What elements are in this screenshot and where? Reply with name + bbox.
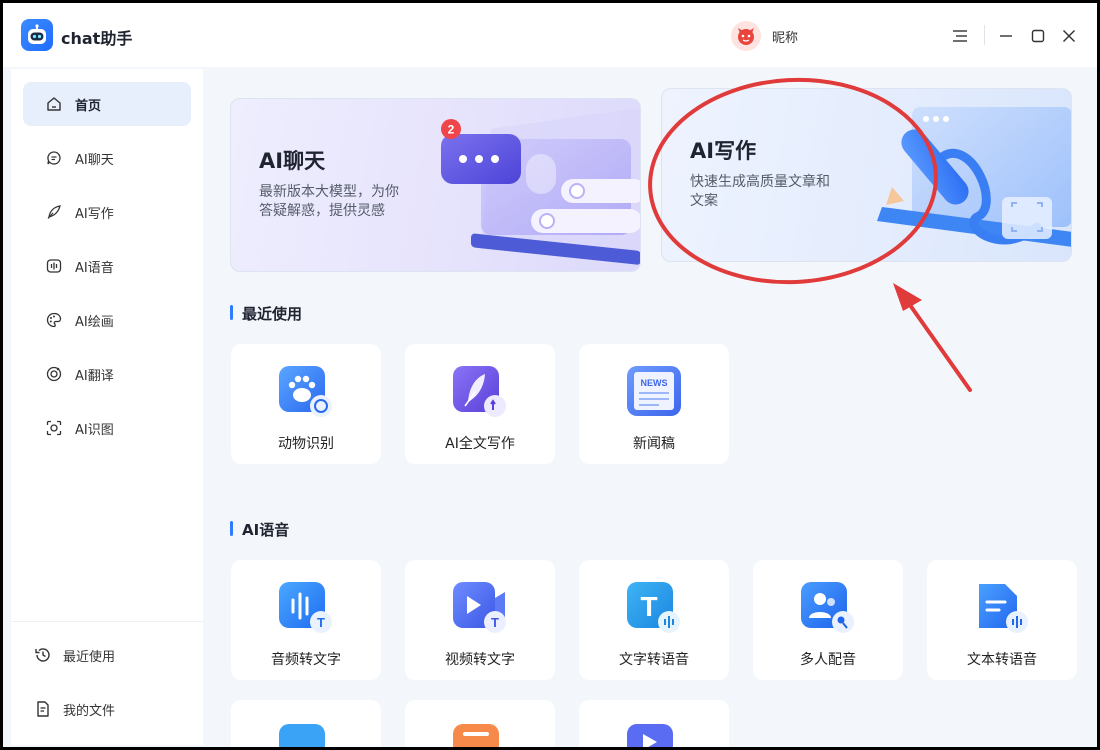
sidebar-item-label: AI聊天: [75, 152, 114, 168]
audio-to-text-icon: T: [279, 582, 332, 633]
translate-icon: [45, 365, 63, 383]
sidebar-bottom-label: 最近使用: [63, 649, 116, 665]
sidebar-item-ai-translate[interactable]: AI翻译: [23, 352, 191, 396]
sidebar-item-label: AI绘画: [75, 314, 114, 330]
card-label: 视频转文字: [445, 652, 515, 668]
text-to-speech-icon: T: [627, 582, 680, 633]
multi-voice-icon: [801, 582, 854, 633]
history-icon: [33, 645, 53, 665]
banner-desc-line1: 最新版本大模型，为你: [259, 184, 399, 200]
minimize-icon: [1000, 35, 1012, 37]
card-video-to-text[interactable]: T 视频转文字: [405, 560, 555, 680]
card-label: 文字转语音: [619, 652, 689, 668]
card-document-to-speech[interactable]: 文本转语音: [927, 560, 1077, 680]
writing-illustration: [877, 107, 1071, 247]
video-to-text-icon: T: [453, 582, 506, 633]
paw-scan-icon: [279, 366, 332, 417]
banner-title: AI写作: [690, 139, 757, 163]
section-title-ai-voice: AI语音: [230, 519, 289, 540]
sidebar-item-home[interactable]: 首页: [23, 82, 191, 126]
avatar[interactable]: [731, 21, 761, 51]
chat-illustration: 2: [441, 109, 640, 265]
sidebar-item-ai-chat[interactable]: AI聊天: [23, 136, 191, 180]
app-window: chat助手 昵称 首页 AI聊天 AI写作 AI语音 AI绘画 AI翻译 AI…: [3, 3, 1097, 747]
card-press-release[interactable]: NEWS 新闻稿: [579, 344, 729, 464]
card-label: 音频转文字: [271, 652, 341, 668]
svg-text:T: T: [317, 615, 325, 630]
sidebar-bottom-label: 我的文件: [63, 703, 116, 719]
sidebar-recent-used[interactable]: 最近使用: [33, 640, 115, 670]
document-to-speech-icon: [979, 584, 1028, 633]
sidebar: 首页 AI聊天 AI写作 AI语音 AI绘画 AI翻译 AI识图 最近使用 我的…: [11, 69, 203, 745]
title-bar: chat助手 昵称: [3, 3, 1097, 67]
menu-button[interactable]: [951, 27, 969, 45]
maximize-icon: [1031, 29, 1045, 43]
svg-text:T: T: [640, 591, 657, 622]
card-partial-1[interactable]: [231, 700, 381, 747]
file-icon: [33, 699, 53, 719]
feather-write-icon: [453, 366, 506, 417]
banner-desc-line2: 答疑解惑，提供灵感: [259, 203, 385, 219]
ai-chat-banner[interactable]: AI聊天 最新版本大模型，为你 答疑解惑，提供灵感 2: [230, 98, 641, 272]
app-title: chat助手: [61, 29, 133, 48]
ai-writing-banner[interactable]: AI写作 快速生成高质量文章和 文案: [661, 88, 1072, 262]
sidebar-divider: [11, 621, 203, 622]
card-animal-recognition[interactable]: 动物识别: [231, 344, 381, 464]
audio-wave-icon: [45, 257, 63, 275]
card-multi-voice-dubbing[interactable]: 多人配音: [753, 560, 903, 680]
banner-desc-line1: 快速生成高质量文章和: [690, 174, 830, 190]
sidebar-item-ai-painting[interactable]: AI绘画: [23, 298, 191, 342]
svg-text:T: T: [491, 615, 499, 630]
video-icon: [627, 724, 673, 747]
home-icon: [45, 95, 63, 113]
news-icon: NEWS: [627, 366, 681, 416]
image-icon: [279, 724, 325, 747]
robot-logo-icon: [21, 19, 53, 51]
svg-text:NEWS: NEWS: [641, 378, 668, 388]
card-label: 多人配音: [800, 652, 856, 668]
sidebar-item-label: AI识图: [75, 422, 114, 438]
card-text-to-speech[interactable]: T 文字转语音: [579, 560, 729, 680]
sidebar-my-files[interactable]: 我的文件: [33, 694, 115, 724]
menu-icon: [953, 30, 967, 42]
card-partial-2[interactable]: [405, 700, 555, 747]
slides-icon: [453, 724, 499, 747]
sidebar-item-ai-image-recognition[interactable]: AI识图: [23, 406, 191, 450]
sidebar-item-label: 首页: [75, 98, 102, 114]
sidebar-item-label: AI写作: [75, 206, 114, 222]
banner-desc-line2: 文案: [690, 193, 718, 209]
sidebar-item-ai-voice[interactable]: AI语音: [23, 244, 191, 288]
close-button[interactable]: [1060, 27, 1078, 45]
banner-title: AI聊天: [259, 149, 326, 173]
card-label: 新闻稿: [633, 436, 675, 452]
palette-icon: [45, 311, 63, 329]
card-ai-full-writing[interactable]: AI全文写作: [405, 344, 555, 464]
chat-bubble-icon: [45, 149, 63, 167]
user-nickname[interactable]: 昵称: [772, 27, 798, 46]
card-label: 文本转语音: [967, 652, 1037, 668]
main-content: AI聊天 最新版本大模型，为你 答疑解惑，提供灵感 2 AI写作 快速生成高质量…: [203, 67, 1097, 747]
maximize-button[interactable]: [1029, 27, 1047, 45]
minimize-button[interactable]: [997, 27, 1015, 45]
quill-icon: [45, 203, 63, 221]
card-audio-to-text[interactable]: T 音频转文字: [231, 560, 381, 680]
section-title-recent: 最近使用: [230, 303, 302, 324]
card-label: AI全文写作: [445, 436, 515, 452]
titlebar-divider: [984, 25, 985, 45]
scan-icon: [45, 419, 63, 437]
close-icon: [1063, 30, 1075, 42]
sidebar-item-ai-writing[interactable]: AI写作: [23, 190, 191, 234]
notification-badge: 2: [448, 123, 455, 137]
sidebar-item-label: AI翻译: [75, 368, 114, 384]
sidebar-item-label: AI语音: [75, 260, 114, 276]
card-label: 动物识别: [278, 436, 334, 452]
card-partial-3[interactable]: [579, 700, 729, 747]
